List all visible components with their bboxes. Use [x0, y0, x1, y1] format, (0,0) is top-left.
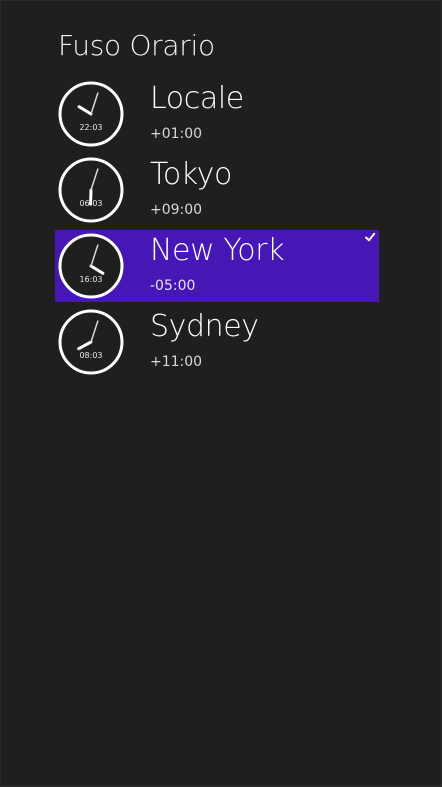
timezone-item-tokyo[interactable]: 06:03 Tokyo +09:00	[55, 154, 379, 226]
analog-clock-icon: 22:03	[58, 81, 124, 147]
timezone-offset: +11:00	[150, 354, 203, 370]
timezone-offset: +09:00	[150, 202, 203, 218]
timezone-screen: Fuso Orario 22:03 Locale +01:00 06:03 To…	[0, 0, 442, 787]
clock-digital-time: 06:03	[79, 199, 103, 208]
clock-digital-time: 16:03	[79, 275, 103, 284]
timezone-offset: -05:00	[150, 278, 196, 294]
timezone-name: Tokyo	[150, 157, 232, 192]
timezone-item-sydney[interactable]: 08:03 Sydney +11:00	[55, 306, 379, 378]
timezone-list: 22:03 Locale +01:00 06:03 Tokyo +09:00 1…	[55, 78, 379, 382]
timezone-offset: +01:00	[150, 126, 203, 142]
clock-face	[58, 157, 124, 223]
clock-face	[58, 81, 124, 147]
clock-face	[58, 233, 124, 299]
page-title: Fuso Orario	[58, 29, 215, 62]
timezone-item-new-york[interactable]: 16:03 New York -05:00	[55, 230, 379, 302]
timezone-name: Sydney	[150, 309, 259, 344]
timezone-item-locale[interactable]: 22:03 Locale +01:00	[55, 78, 379, 150]
clock-digital-time: 22:03	[79, 123, 103, 132]
timezone-name: New York	[150, 233, 285, 268]
check-icon	[365, 232, 376, 242]
clock-face	[58, 309, 124, 375]
analog-clock-icon: 16:03	[58, 233, 124, 299]
analog-clock-icon: 06:03	[58, 157, 124, 223]
timezone-name: Locale	[150, 81, 244, 116]
clock-digital-time: 08:03	[79, 351, 103, 360]
analog-clock-icon: 08:03	[58, 309, 124, 375]
